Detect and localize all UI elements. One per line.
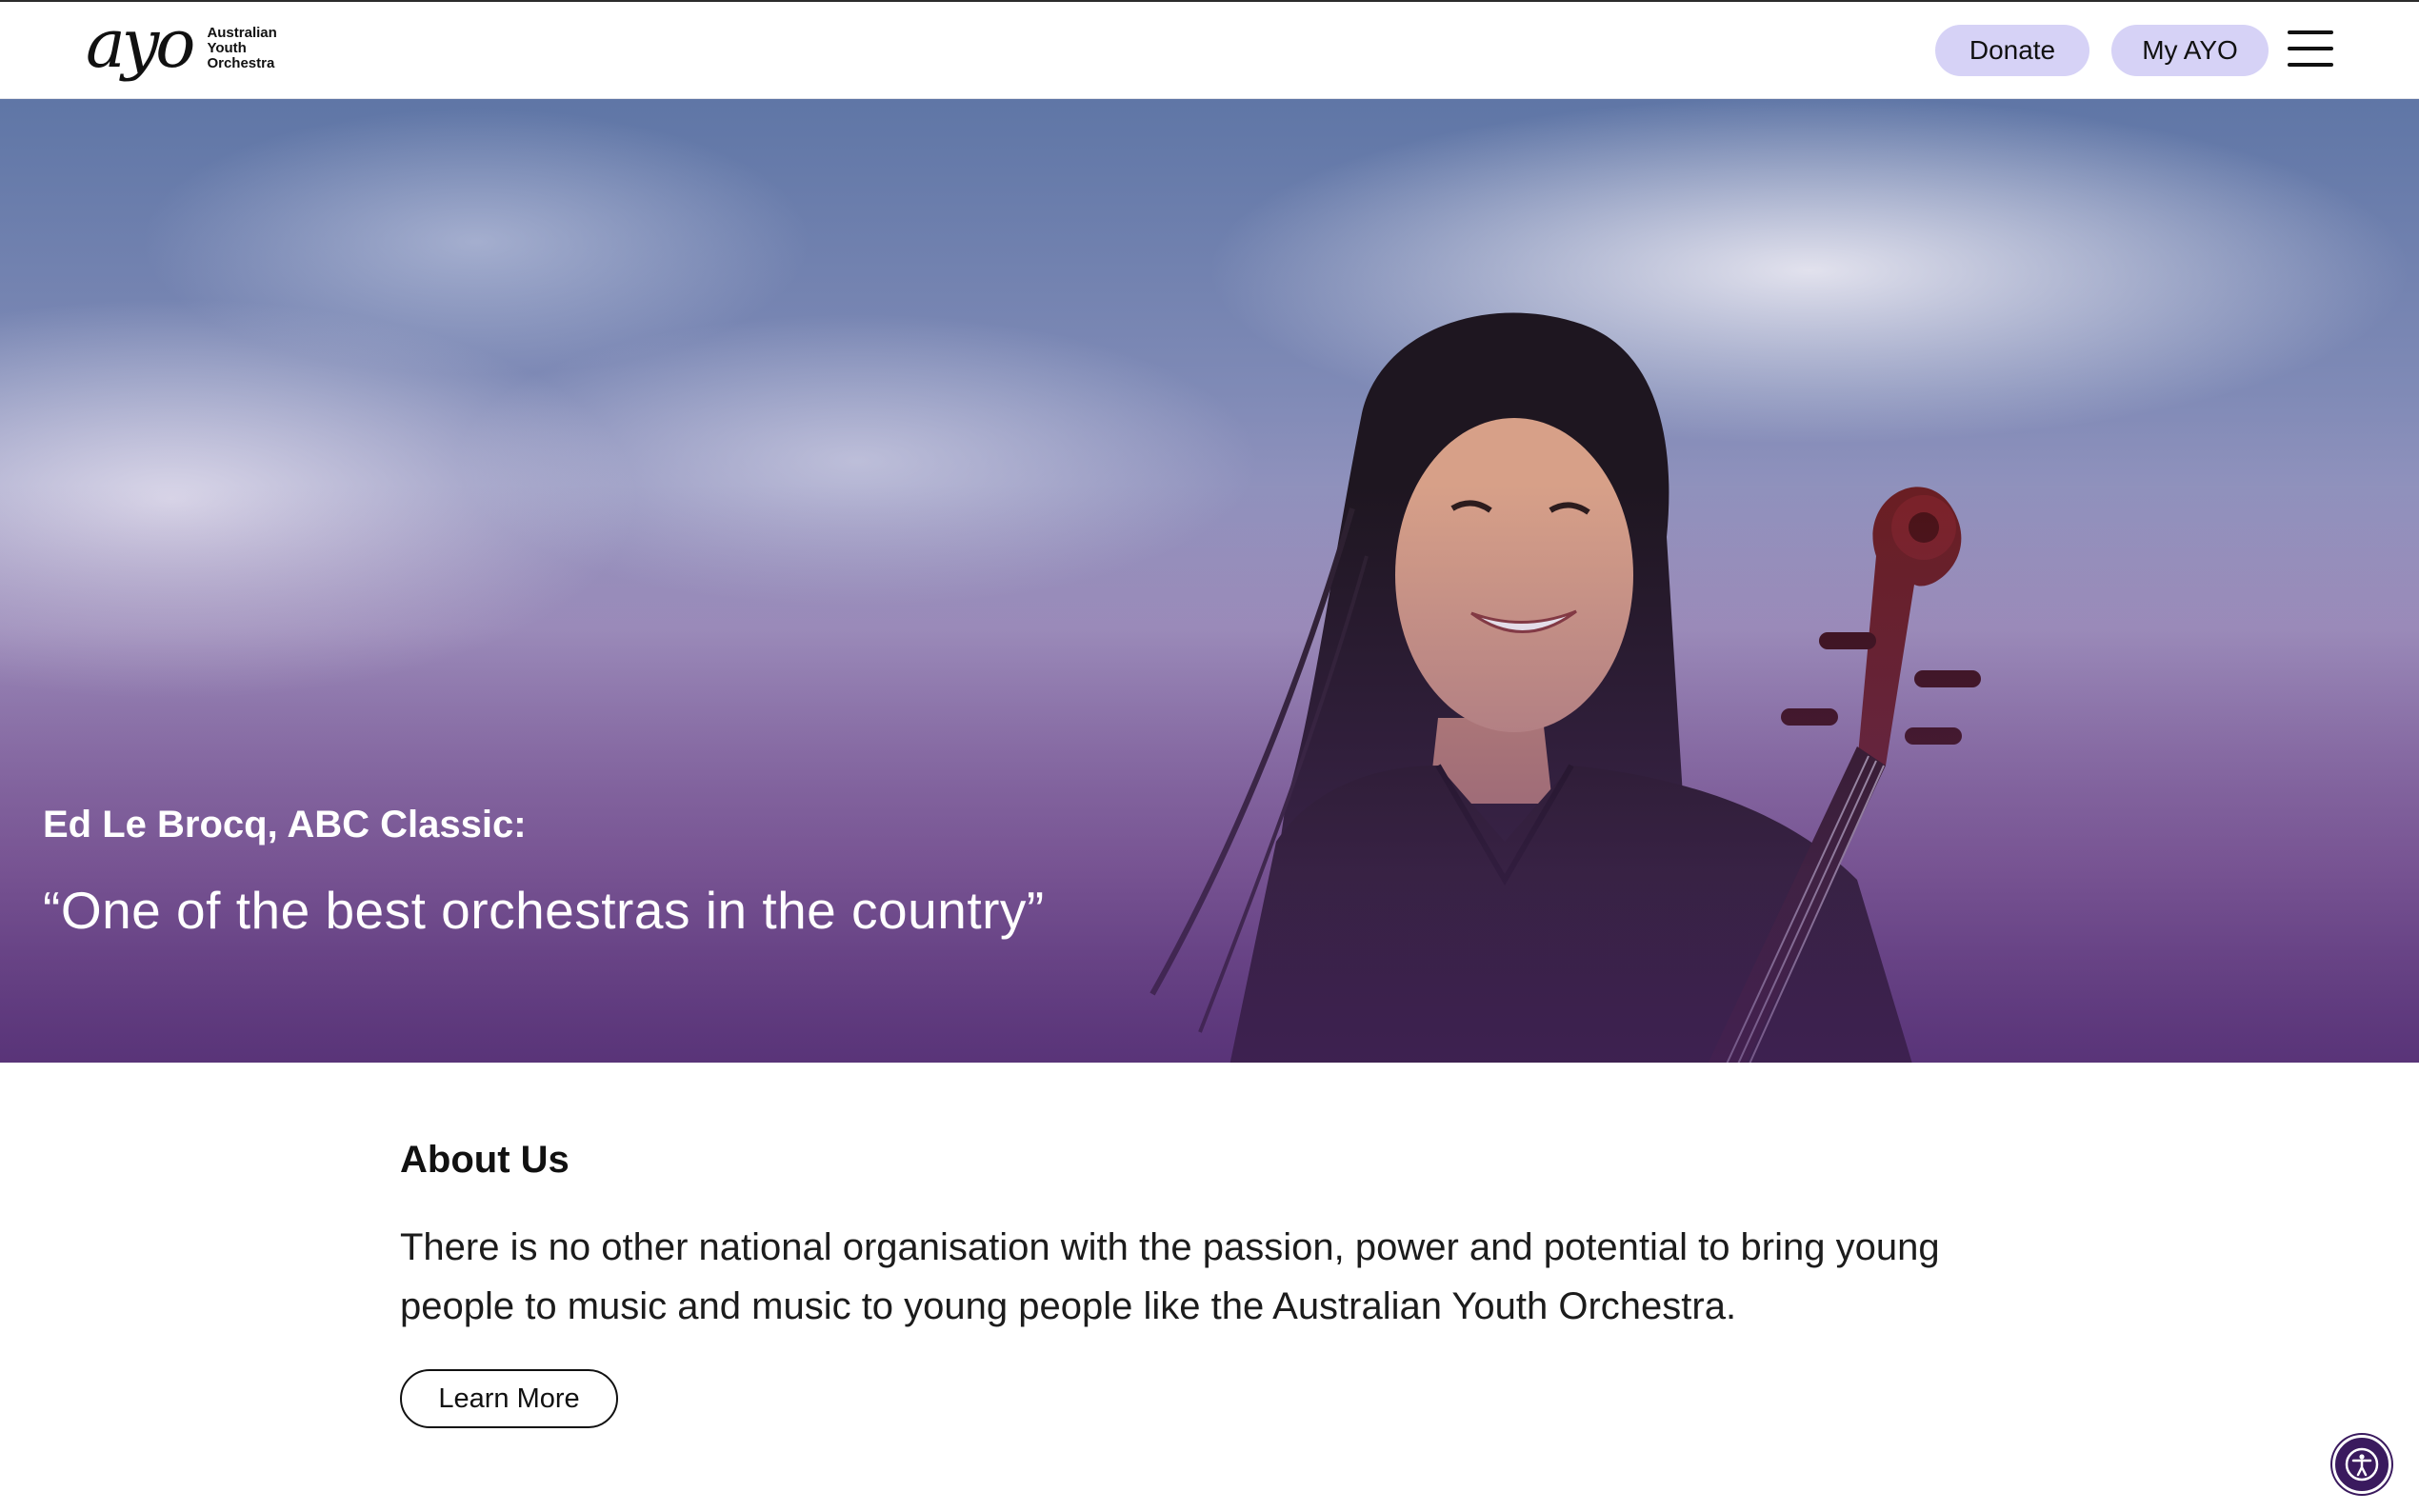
logo-wordmark: ayo	[86, 5, 195, 83]
accessibility-icon[interactable]	[2332, 1435, 2391, 1494]
about-section: About Us There is no other national orga…	[400, 1139, 2038, 1336]
accessibility-person-icon	[2345, 1447, 2379, 1482]
quote-author: Ed Le Brocq, ABC Classic:	[43, 804, 527, 846]
logo-line-australian: Australian	[207, 25, 277, 41]
hero-banner: Ed Le Brocq, ABC Classic: “One of the be…	[0, 99, 2419, 1063]
learn-more-button[interactable]: Learn More	[400, 1369, 618, 1428]
quote-text: “One of the best orchestras in the count…	[43, 881, 1045, 940]
about-body: There is no other national organisation …	[400, 1226, 1940, 1327]
donate-button[interactable]: Donate	[1935, 25, 2089, 76]
ayo-logo[interactable]: ayo Australian Youth Orchestra	[86, 10, 277, 80]
logo-subtitle: Australian Youth Orchestra	[207, 26, 276, 71]
site-header: ayo Australian Youth Orchestra Donate My…	[0, 2, 2419, 99]
my-ayo-button[interactable]: My AYO	[2111, 25, 2269, 76]
hamburger-menu-icon[interactable]	[2288, 30, 2333, 69]
logo-line-youth: Youth	[207, 40, 247, 56]
about-heading: About Us	[400, 1139, 570, 1181]
logo-line-orchestra: Orchestra	[207, 55, 275, 71]
